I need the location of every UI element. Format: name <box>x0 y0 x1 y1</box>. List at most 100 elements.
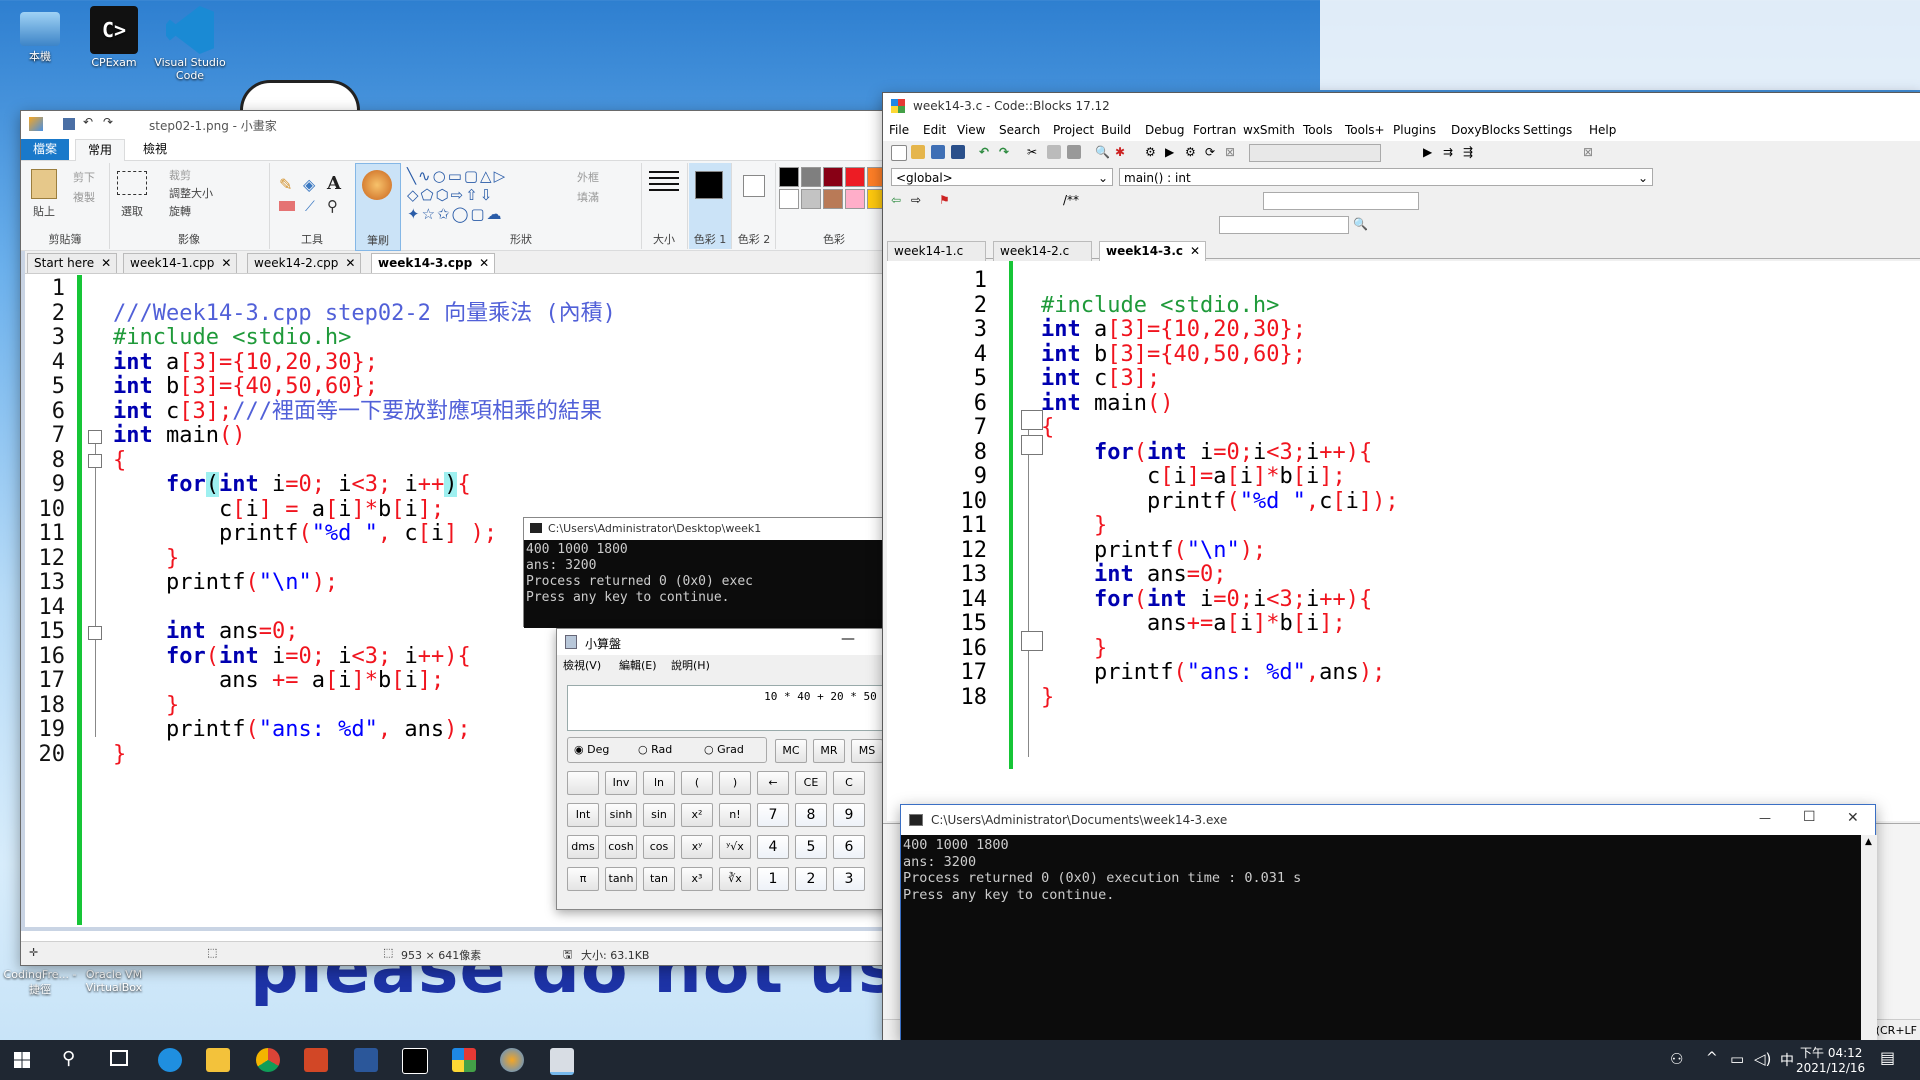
debug-step-icon[interactable]: ⇉ <box>1443 145 1457 159</box>
start-button-icon[interactable] <box>14 1052 30 1068</box>
search-combo[interactable] <box>1219 216 1349 234</box>
search-icon[interactable]: 🔍 <box>1353 217 1368 231</box>
select-icon[interactable] <box>117 171 147 195</box>
fold-marker[interactable] <box>88 430 102 444</box>
word-icon[interactable] <box>354 1048 378 1072</box>
clock-date[interactable]: 2021/12/16 <box>1796 1061 1865 1075</box>
debug-stop-icon[interactable]: ⊠ <box>1583 145 1597 159</box>
menu-view[interactable]: View <box>957 123 985 137</box>
copy-button[interactable]: 複製 <box>73 189 95 205</box>
chevron-up-icon[interactable]: ^ <box>1706 1050 1718 1066</box>
fold-marker[interactable] <box>1021 410 1043 430</box>
paint-titlebar[interactable]: ↶ ↷ step02-1.png - 小畫家 <box>21 111 889 137</box>
menu-view[interactable]: 檢視(V) <box>563 657 601 673</box>
scope-combo[interactable]: <global> ⌄ <box>891 168 1113 186</box>
tab-week14-1[interactable]: week14-1.cpp ✕ <box>123 253 238 273</box>
calculator-taskbar-icon[interactable] <box>550 1048 574 1075</box>
task-view-icon[interactable] <box>110 1050 128 1066</box>
close-icon[interactable]: ✕ <box>1847 810 1859 826</box>
redo-icon[interactable]: ↷ <box>103 115 113 129</box>
save-all-icon[interactable] <box>951 145 965 159</box>
calc-key[interactable]: sin <box>643 803 675 827</box>
function-combo[interactable]: main() : int ⌄ <box>1119 168 1653 186</box>
redo-icon[interactable]: ↷ <box>999 145 1013 159</box>
comment-icon[interactable]: /** <box>1063 193 1079 207</box>
calculator-titlebar[interactable]: 小算盤 — <box>557 629 895 655</box>
menu-edit[interactable]: Edit <box>923 123 946 137</box>
pencil-icon[interactable]: ✎ <box>279 175 292 194</box>
menu-project[interactable]: Project <box>1053 123 1094 137</box>
calc-key[interactable]: π <box>567 867 599 891</box>
tab-view[interactable]: 檢視 <box>131 139 179 160</box>
minimize-icon[interactable]: — <box>841 631 855 647</box>
calc-key[interactable]: cos <box>643 835 675 859</box>
color-brown[interactable] <box>823 189 843 209</box>
build-icon[interactable]: ⚙ <box>1145 145 1159 159</box>
paste-button[interactable]: 貼上 <box>33 203 55 219</box>
clock-time[interactable]: 下午 04:12 <box>1800 1044 1862 1061</box>
fold-marker[interactable] <box>1021 631 1043 651</box>
paint-taskbar-icon[interactable] <box>500 1048 524 1072</box>
cut-button[interactable]: 剪下 <box>73 169 95 185</box>
menu-tools-[interactable]: Tools+ <box>1345 123 1385 137</box>
build-run-icon[interactable]: ⚙ <box>1185 145 1199 159</box>
text-icon[interactable]: A <box>327 173 341 194</box>
color-darkred[interactable] <box>823 167 843 187</box>
tab-week14-2[interactable]: week14-2.cpp ✕ <box>247 253 362 273</box>
console-titlebar[interactable]: C:\Users\Administrator\Documents\week14-… <box>901 805 1875 835</box>
color-picker-icon[interactable]: ⟋ <box>305 199 315 215</box>
color-gray[interactable] <box>801 167 821 187</box>
save-icon[interactable] <box>63 118 75 130</box>
calc-key[interactable]: xʸ <box>681 835 713 859</box>
calc-key[interactable] <box>567 771 599 795</box>
color-red[interactable] <box>845 167 865 187</box>
rebuild-icon[interactable]: ⟳ <box>1205 145 1219 159</box>
network-icon[interactable]: ▭ <box>1730 1050 1744 1068</box>
undo-icon[interactable]: ↶ <box>979 145 993 159</box>
calculator-window[interactable]: 小算盤 — 檢視(V) 編輯(E) 說明(H) 10 * 40 + 20 * 5… <box>556 628 897 910</box>
chrome-icon[interactable] <box>256 1048 280 1072</box>
calc-key[interactable]: 8 <box>795 803 827 827</box>
tab-week14-3-c[interactable]: week14-3.c ✕ <box>1099 241 1207 261</box>
radio-rad[interactable]: ○ Rad <box>638 743 672 756</box>
shapes-gallery-icon[interactable]: ╲∿○▭▢△▷ ◇⬠⬡⇨⇧⇩ ✦☆✩◯▢☁ <box>407 167 547 223</box>
desktop-icon-this-pc[interactable]: 本機 <box>0 6 80 64</box>
ime-indicator[interactable]: 中 <box>1780 1050 1794 1070</box>
color-white[interactable] <box>779 189 799 209</box>
new-file-icon[interactable] <box>891 145 907 161</box>
menu-search[interactable]: Search <box>999 123 1040 137</box>
menu-doxyblocks[interactable]: DoxyBlocks <box>1451 123 1520 137</box>
fill-button[interactable]: 填滿 <box>577 189 599 205</box>
save-icon[interactable] <box>931 145 945 159</box>
menu-wxsmith[interactable]: wxSmith <box>1243 123 1295 137</box>
color1-group[interactable]: 色彩 1 <box>689 163 732 249</box>
calc-key[interactable]: ʸ√x <box>719 835 751 859</box>
open-icon[interactable] <box>911 145 925 159</box>
console-window[interactable]: C:\Users\Administrator\Documents\week14-… <box>900 804 1877 1041</box>
undo-icon[interactable]: ↶ <box>83 115 93 129</box>
cut-icon[interactable]: ✂ <box>1027 145 1041 159</box>
paste-icon[interactable] <box>31 169 57 199</box>
calc-ms-button[interactable]: MS <box>851 739 883 763</box>
tab-home[interactable]: 常用 <box>75 139 126 161</box>
color-black[interactable] <box>779 167 799 187</box>
resize-button[interactable]: 調整大小 <box>169 185 213 201</box>
magnifier-icon[interactable]: ⚲ <box>327 197 338 215</box>
close-icon[interactable]: ✕ <box>1190 242 1200 261</box>
left-console-window[interactable]: C:\Users\Administrator\Desktop\week1 400… <box>523 517 891 628</box>
codeblocks-taskbar-icon[interactable] <box>452 1048 476 1072</box>
calc-key[interactable]: ln <box>643 771 675 795</box>
color-lightgray[interactable] <box>801 189 821 209</box>
powerpoint-icon[interactable] <box>304 1048 328 1072</box>
calc-key[interactable]: sinh <box>605 803 637 827</box>
radio-deg[interactable]: ◉ Deg <box>574 743 609 756</box>
replace-icon[interactable]: ✱ <box>1115 145 1129 159</box>
calc-key[interactable]: 1 <box>757 867 789 891</box>
find-icon[interactable]: 🔍 <box>1095 145 1110 159</box>
calc-key[interactable]: Inv <box>605 771 637 795</box>
edge-icon[interactable] <box>158 1048 182 1072</box>
copy-icon[interactable] <box>1047 145 1061 159</box>
abort-icon[interactable]: ⊠ <box>1225 145 1239 159</box>
fold-marker[interactable] <box>88 454 102 468</box>
calc-key[interactable]: x³ <box>681 867 713 891</box>
